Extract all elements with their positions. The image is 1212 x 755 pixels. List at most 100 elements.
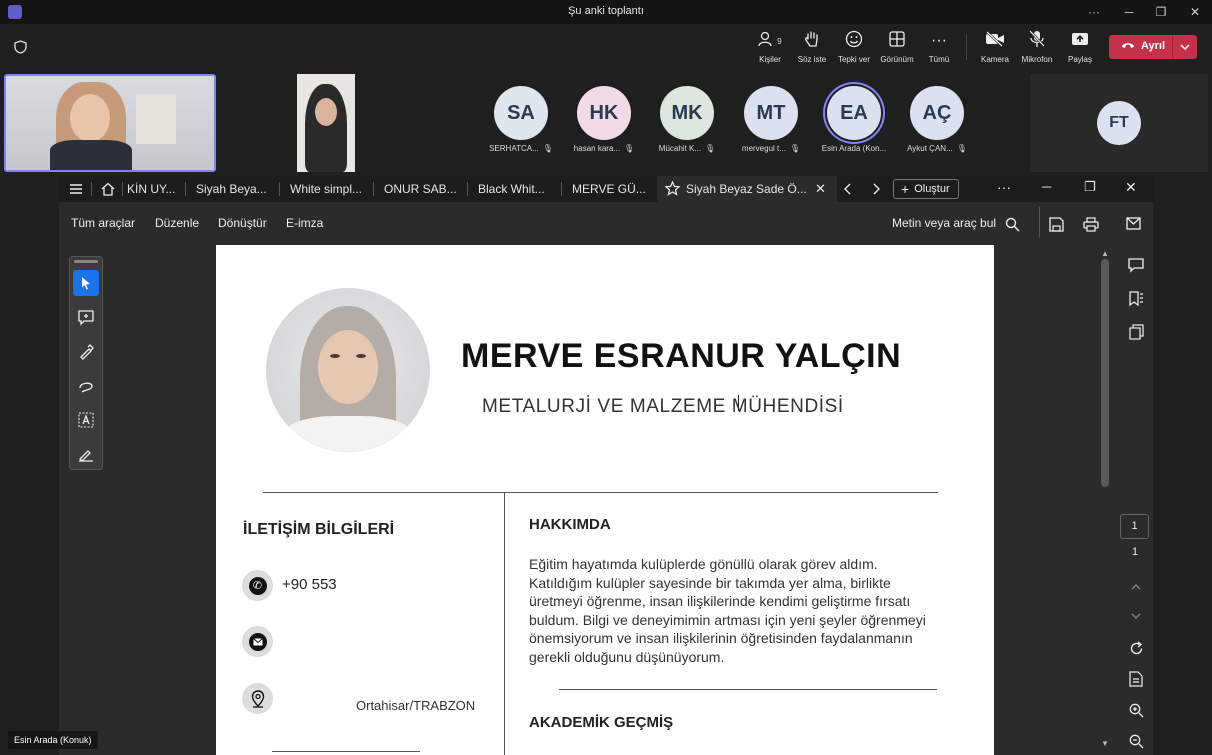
participant-video-tile[interactable] bbox=[297, 74, 355, 172]
mail-icon[interactable] bbox=[1126, 217, 1141, 235]
cv-title: METALURJİ VE MALZEME MÜHENDİSİ bbox=[482, 396, 844, 417]
window-title: Şu anki toplantı bbox=[568, 5, 644, 17]
draw-icon[interactable] bbox=[73, 373, 99, 399]
participant-video-tile[interactable] bbox=[4, 74, 216, 172]
comments-icon[interactable] bbox=[1119, 252, 1153, 278]
participant-strip: SA SERHATCA... 🎙 HK hasan kara... 🎙 MK Müc… bbox=[0, 70, 1212, 176]
close-window-button[interactable]: ✕ bbox=[1184, 2, 1206, 22]
participant-avatar-ac[interactable]: AÇ Aykut ÇAN... 🎙 bbox=[897, 70, 977, 153]
share-button[interactable]: Paylaş bbox=[1058, 30, 1102, 64]
save-icon[interactable] bbox=[1049, 217, 1064, 237]
participant-avatar-ea[interactable]: EA Esin Arada (Kon... bbox=[814, 70, 894, 153]
mic-muted-icon: 🎙 bbox=[789, 144, 801, 153]
leave-button[interactable]: Ayrıl bbox=[1109, 35, 1197, 59]
add-comment-icon[interactable] bbox=[73, 305, 99, 331]
more-label: Tümü bbox=[928, 55, 950, 64]
edit-menu[interactable]: Düzenle bbox=[155, 216, 199, 230]
restore-button[interactable]: ❐ bbox=[1150, 2, 1172, 22]
print-icon[interactable] bbox=[1083, 217, 1099, 237]
bookmarks-icon[interactable] bbox=[1119, 285, 1153, 311]
divider bbox=[263, 492, 938, 493]
restore-button[interactable]: ❐ bbox=[1084, 179, 1096, 195]
participant-avatar-sa[interactable]: SA SERHATCA... 🎙 bbox=[481, 70, 561, 153]
raise-hand-button[interactable]: Söz iste bbox=[790, 30, 834, 64]
photo-shirt bbox=[286, 416, 410, 452]
browser-tab-bar: KİN UY... Siyah Beya... White simpl... O… bbox=[59, 176, 1153, 202]
refresh-icon[interactable] bbox=[1119, 635, 1153, 661]
drag-handle[interactable] bbox=[74, 260, 98, 263]
create-button[interactable]: + Oluştur bbox=[893, 179, 959, 199]
chevron-left-icon[interactable] bbox=[843, 182, 853, 201]
more-options-icon[interactable]: ··· bbox=[997, 179, 1011, 195]
divider bbox=[1172, 35, 1173, 59]
close-button[interactable]: ✕ bbox=[1125, 179, 1137, 196]
browser-tab[interactable]: KİN UY... bbox=[127, 176, 175, 202]
search-icon[interactable] bbox=[1005, 217, 1020, 237]
zoom-out-icon[interactable] bbox=[1119, 728, 1153, 754]
avatar: HK bbox=[577, 86, 631, 140]
close-tab-icon[interactable]: ✕ bbox=[815, 181, 826, 197]
all-tools-menu[interactable]: Tüm araçlar bbox=[71, 216, 135, 230]
scrollbar-thumb[interactable] bbox=[1101, 259, 1109, 487]
sign-icon[interactable] bbox=[73, 441, 99, 467]
chevron-down-icon[interactable] bbox=[1119, 603, 1153, 629]
react-label: Tepki ver bbox=[837, 55, 870, 64]
highlight-pen-icon[interactable] bbox=[73, 339, 99, 365]
convert-menu[interactable]: Dönüştür bbox=[218, 216, 267, 230]
browser-tab[interactable]: MERVE GÜ... bbox=[572, 176, 646, 202]
shared-screen: KİN UY... Siyah Beya... White simpl... O… bbox=[59, 176, 1153, 755]
people-button[interactable]: 9 Kişiler bbox=[748, 30, 792, 64]
participant-avatar-mt[interactable]: MT mervegul t... 🎙 bbox=[731, 70, 811, 153]
text-select-icon[interactable] bbox=[73, 407, 99, 433]
current-page-field[interactable]: 1 bbox=[1120, 514, 1149, 539]
raise-hand-label: Söz iste bbox=[797, 55, 827, 64]
view-button[interactable]: Görünüm bbox=[875, 30, 919, 64]
select-tool-icon[interactable] bbox=[73, 270, 99, 296]
chevron-up-icon[interactable] bbox=[1119, 574, 1153, 600]
wall-panel bbox=[136, 94, 176, 144]
browser-tab-active[interactable]: Siyah Beyaz Sade Ö... ✕ bbox=[657, 176, 837, 202]
hamburger-menu-icon[interactable] bbox=[69, 182, 83, 201]
column-divider bbox=[504, 492, 505, 755]
participant-name: hasan kara... bbox=[573, 144, 621, 153]
browser-tab[interactable]: Black Whit... bbox=[478, 176, 545, 202]
avatar: EA bbox=[827, 86, 881, 140]
chevron-down-icon[interactable] bbox=[1176, 38, 1194, 61]
camera-button[interactable]: Kamera bbox=[973, 30, 1017, 64]
right-sidebar: 1 1 bbox=[1119, 245, 1153, 755]
participant-name: SERHATCA... bbox=[489, 144, 539, 153]
avatar: MT bbox=[744, 86, 798, 140]
overflow-participant-tile[interactable]: FT bbox=[1030, 74, 1208, 172]
more-options-icon[interactable]: ··· bbox=[1083, 2, 1105, 22]
participant-avatar-hk[interactable]: HK hasan kara... 🎙 bbox=[564, 70, 644, 153]
about-heading: HAKKIMDA bbox=[529, 516, 611, 533]
esign-menu[interactable]: E-imza bbox=[286, 216, 323, 230]
home-icon[interactable] bbox=[101, 182, 115, 201]
react-button[interactable]: Tepki ver bbox=[832, 30, 876, 64]
browser-tab[interactable]: ONUR SAB... bbox=[384, 176, 457, 202]
more-dots-icon: ··· bbox=[931, 32, 947, 49]
total-pages: 1 bbox=[1131, 546, 1139, 558]
person-face bbox=[315, 98, 337, 126]
participant-avatar-mk[interactable]: MK Mücahit K... 🎙 bbox=[647, 70, 727, 153]
mic-muted-icon: 🎙 bbox=[624, 144, 635, 153]
more-button[interactable]: ··· Tümü bbox=[917, 30, 961, 64]
participant-name: Esin Arada (Kon... bbox=[821, 144, 887, 153]
text-cursor bbox=[738, 395, 739, 411]
find-text-or-tool[interactable]: Metin veya araç bul bbox=[892, 216, 996, 230]
microphone-button[interactable]: Mikrofon bbox=[1015, 29, 1059, 64]
browser-tab[interactable]: Siyah Beya... bbox=[196, 176, 267, 202]
star-icon[interactable] bbox=[664, 180, 681, 201]
scrollbar[interactable]: ▲ ▼ bbox=[1099, 249, 1111, 749]
camera-label: Kamera bbox=[980, 55, 1009, 64]
browser-tab[interactable]: White simpl... bbox=[290, 176, 362, 202]
zoom-in-icon[interactable] bbox=[1119, 697, 1153, 723]
avatar: FT bbox=[1097, 101, 1141, 145]
minimize-button[interactable]: ─ bbox=[1118, 2, 1140, 22]
chevron-right-icon[interactable] bbox=[871, 182, 881, 201]
about-text: Eğitim hayatımda kulüplerde gönüllü olar… bbox=[529, 556, 926, 665]
document-info-icon[interactable] bbox=[1119, 666, 1153, 692]
meeting-control-bar: 9 Kişiler Söz iste Tepki ver Görünüm ···… bbox=[0, 24, 1212, 70]
pages-icon[interactable] bbox=[1119, 319, 1153, 345]
minimize-button[interactable]: ─ bbox=[1042, 179, 1051, 194]
